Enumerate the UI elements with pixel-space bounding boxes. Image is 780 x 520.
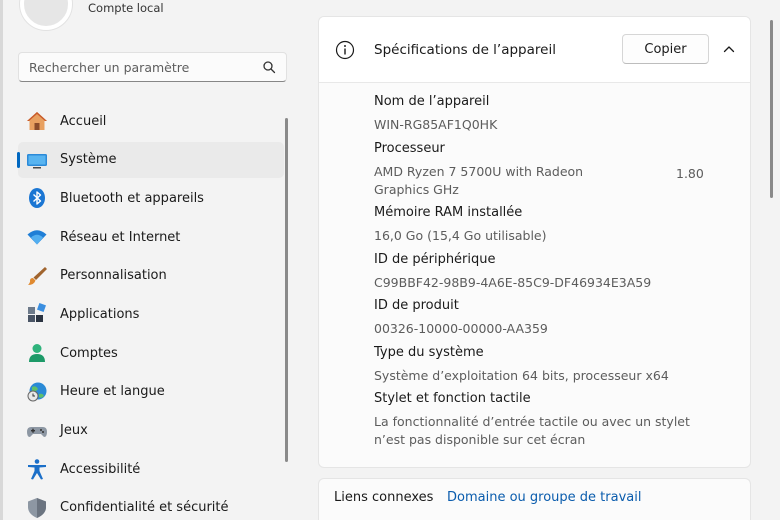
spec-list: Nom de l’appareil WIN-RG85AF1Q0HK Proces… [319,83,750,449]
sidebar-item-label: Jeux [60,423,88,438]
spec-value: 16,0 Go (15,4 Go utilisable) [374,228,547,243]
sidebar-item-label: Réseau et Internet [60,229,181,245]
sidebar-item-accueil[interactable]: Accueil [18,103,284,139]
bluetooth-icon [26,187,48,209]
spec-label: Nom de l’appareil [374,94,490,109]
sidebar-item-label: Comptes [60,345,118,361]
chevron-up-icon[interactable] [722,42,736,56]
spec-product-id: ID de produit 00326-10000-00000-AA359 [374,297,750,338]
sidebar-item-label: Heure et langue [60,384,165,400]
avatar[interactable] [20,0,72,30]
person-icon [26,342,48,364]
related-links: Liens connexes Domaine ou groupe de trav… [318,478,751,520]
gamepad-icon [26,420,48,442]
spec-value: 00326-10000-00000-AA359 [374,321,548,336]
spec-system-type: Type du système Système d’exploitation 6… [374,344,750,385]
apps-icon [26,303,48,325]
spec-value: AMD Ryzen 7 5700U with Radeon Graphics G… [374,163,584,197]
window-left-edge [0,0,3,520]
device-specs-header[interactable]: Spécifications de l’appareil Copier [319,17,750,83]
spec-label: ID de produit [374,298,459,313]
shield-icon [26,497,48,519]
spec-label: Mémoire RAM installée [374,205,523,220]
spec-label: ID de périphérique [374,251,496,267]
sidebar-item-heure-langue[interactable]: Heure et langue [18,374,284,410]
wifi-icon [26,226,48,248]
sidebar-item-label: Accueil [60,113,107,129]
sidebar-scrollbar[interactable] [285,118,288,462]
spec-label: Type du système [374,344,484,360]
spec-value: C99BBF42-98B9-4A6E-85C9-DF46934E3A59 [374,274,652,290]
spec-label: Processeur [374,140,445,156]
sidebar-item-reseau[interactable]: Réseau et Internet [18,219,284,255]
sidebar-item-label: Système [60,152,117,168]
sidebar-item-systeme[interactable]: Système [17,141,284,178]
search-input[interactable] [29,59,262,75]
sidebar-item-comptes[interactable]: Comptes [18,335,284,371]
spec-pen-touch: Stylet et fonction tactile La fonctionna… [374,390,750,449]
sidebar-item-bluetooth[interactable]: Bluetooth et appareils [18,180,284,216]
spec-value: WIN-RG85AF1Q0HK [374,117,498,132]
cpu-speed: 1.80 [676,166,704,181]
search-box[interactable] [18,52,287,82]
sidebar-item-label: Personnalisation [60,268,167,284]
accessibility-icon [26,458,48,480]
globe-clock-icon [26,381,48,403]
spec-value: Système d’exploitation 64 bits, processe… [374,367,669,383]
sidebar-item-label: Applications [60,306,140,322]
info-icon [335,40,355,59]
device-specs-card: Spécifications de l’appareil Copier Nom … [318,16,751,468]
spec-device-name: Nom de l’appareil WIN-RG85AF1Q0HK [374,93,750,134]
copy-button[interactable]: Copier [622,34,709,64]
main-scrollbar[interactable] [770,20,773,198]
account-type: Compte local [88,1,164,15]
sidebar-item-personnalisation[interactable]: Personnalisation [18,258,284,294]
sidebar-item-label: Confidentialité et sécurité [60,500,229,516]
spec-label: Stylet et fonction tactile [374,391,531,406]
sidebar-item-accessibilite[interactable]: Accessibilité [18,451,284,487]
spec-value: La fonctionnalité d’entrée tactile ou av… [374,414,690,447]
cropped-heading [318,0,758,2]
spec-device-id: ID de périphérique C99BBF42-98B9-4A6E-85… [374,251,750,292]
sidebar-item-confidentialite[interactable]: Confidentialité et sécurité [18,490,284,520]
related-links-label: Liens connexes [334,490,434,505]
spec-ram: Mémoire RAM installée 16,0 Go (15,4 Go u… [374,204,750,245]
sidebar-item-label: Accessibilité [60,461,141,477]
sidebar-nav: Accueil Système Bluetooth et appareils R… [17,103,284,520]
sidebar-item-label: Bluetooth et appareils [60,190,204,206]
search-icon[interactable] [262,60,276,74]
monitor-icon [26,149,48,171]
sidebar-item-jeux[interactable]: Jeux [18,413,284,449]
home-icon [26,110,48,132]
sidebar-item-applications[interactable]: Applications [18,296,284,332]
device-specs-title: Spécifications de l’appareil [374,41,556,58]
domain-workgroup-link[interactable]: Domaine ou groupe de travail [447,490,641,505]
brush-icon [26,265,48,287]
